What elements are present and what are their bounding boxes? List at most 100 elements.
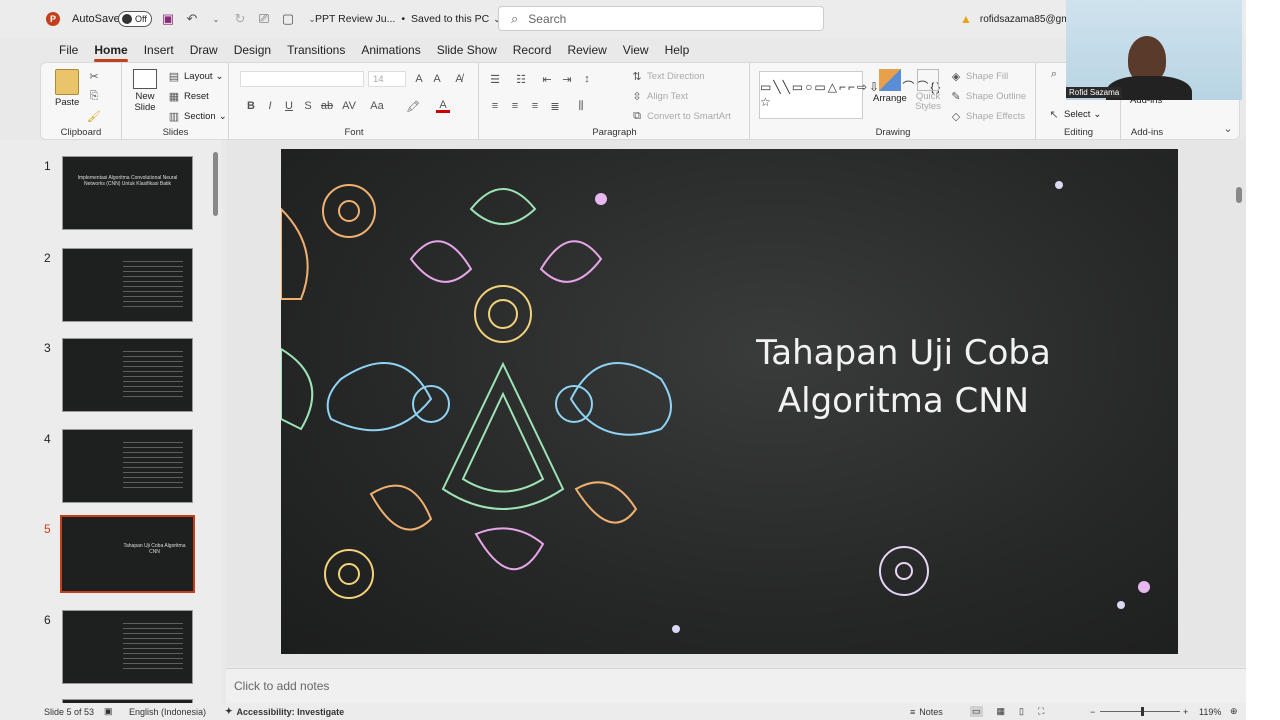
normal-view-icon[interactable]: ▭ <box>970 706 983 717</box>
shapes-gallery[interactable]: ▭╲╲▭○▭△⌐⌐⇨⇩⇧╰⌒⌒{}☆ <box>759 71 940 119</box>
decrease-font-icon[interactable]: A <box>430 72 444 86</box>
slide-title[interactable]: Tahapan Uji Coba Algoritma CNN <box>711 329 1096 425</box>
addins-label: Add-ins <box>1130 127 1164 138</box>
tab-home[interactable]: Home <box>86 38 135 62</box>
shape-fill-button[interactable]: ◈ Shape Fill <box>949 69 1008 83</box>
undo-icon[interactable]: ↶ <box>184 11 200 27</box>
columns-icon[interactable]: ⫼ <box>574 99 588 113</box>
highlight-icon[interactable]: 🖍 <box>406 99 420 113</box>
zoom-slider[interactable] <box>1100 703 1180 720</box>
tab-record[interactable]: Record <box>505 38 560 62</box>
shadow-icon[interactable]: S <box>301 99 315 113</box>
language-indicator[interactable]: English (Indonesia) <box>129 703 206 720</box>
notes-pane[interactable]: Click to add notes <box>226 668 1246 703</box>
tab-help[interactable]: Help <box>657 38 698 62</box>
account-name[interactable]: rofidsazama85@gm <box>980 14 1070 25</box>
shape-effects-button[interactable]: ◇ Shape Effects <box>949 109 1025 123</box>
section-button[interactable]: ▥ Section ⌄ <box>167 109 227 123</box>
chevron-down-icon: ⌄ <box>1093 108 1102 120</box>
select-button[interactable]: ↖ Select ⌄ <box>1047 107 1101 121</box>
tab-view[interactable]: View <box>615 38 657 62</box>
warning-icon[interactable]: ▲ <box>960 12 972 26</box>
tab-review[interactable]: Review <box>559 38 614 62</box>
text-direction-label: Text Direction <box>647 70 705 82</box>
numbering-icon[interactable]: ☷ <box>514 72 528 86</box>
text-direction-button[interactable]: ⇅ Text Direction <box>630 69 705 83</box>
tab-slide-show[interactable]: Slide Show <box>429 38 505 62</box>
slide-thumbnail-2[interactable] <box>62 248 193 322</box>
font-size-select[interactable]: 14 <box>368 71 406 87</box>
search-box[interactable]: ⌕ Search <box>498 6 824 31</box>
slide-thumbnail-3[interactable] <box>62 338 193 412</box>
cut-icon[interactable]: ✂ <box>87 69 101 83</box>
increase-indent-icon[interactable]: ⇥ <box>560 72 574 86</box>
current-slide[interactable]: Tahapan Uji Coba Algoritma CNN <box>281 149 1178 654</box>
notes-toggle-label: Notes <box>919 706 943 717</box>
thumbnail-number: 4 <box>44 432 51 446</box>
reset-button[interactable]: ▦ Reset <box>167 89 209 103</box>
slide-sorter-icon[interactable]: ▦ <box>997 706 1006 717</box>
slideshow-icon[interactable]: ⛶ <box>1038 706 1044 717</box>
redo-icon[interactable]: ↻ <box>232 11 248 27</box>
find-icon[interactable]: ⌕ <box>1047 67 1061 81</box>
italic-icon[interactable]: I <box>263 99 277 113</box>
undo-dropdown-icon[interactable]: ⌄ <box>208 11 224 27</box>
arrange-button[interactable]: Arrange <box>873 69 907 104</box>
bold-icon[interactable]: B <box>244 99 258 113</box>
zoom-level[interactable]: 119% <box>1199 703 1221 720</box>
strikethrough-icon[interactable]: ab <box>320 99 334 113</box>
editor-scrollbar[interactable] <box>1234 143 1244 663</box>
save-icon[interactable]: ▣ <box>160 11 176 27</box>
tab-design[interactable]: Design <box>226 38 279 62</box>
text-direction-icon: ⇅ <box>632 70 642 83</box>
underline-icon[interactable]: U <box>282 99 296 113</box>
notes-toggle[interactable]: ≡ Notes <box>910 703 943 720</box>
align-left-icon[interactable]: ≡ <box>488 99 502 113</box>
justify-icon[interactable]: ≣ <box>548 99 562 113</box>
clipboard-label: Clipboard <box>60 127 102 138</box>
accessibility-status[interactable]: ✦ Accessibility: Investigate <box>225 703 344 720</box>
font-family-select[interactable] <box>240 71 364 87</box>
character-spacing-icon[interactable]: AV <box>342 99 356 113</box>
align-text-button[interactable]: ⇳ Align Text <box>630 89 688 103</box>
tab-draw[interactable]: Draw <box>182 38 226 62</box>
autosave-toggle[interactable]: Off <box>118 0 152 38</box>
change-case-icon[interactable]: Aa <box>370 99 384 113</box>
slide-thumbnail-4[interactable] <box>62 429 193 503</box>
thumbnail-scrollbar[interactable] <box>213 152 218 216</box>
align-right-icon[interactable]: ≡ <box>528 99 542 113</box>
format-painter-icon[interactable]: 🖌 <box>87 109 101 123</box>
copy-icon[interactable]: ⎘ <box>87 89 101 103</box>
paste-button[interactable]: Paste <box>55 69 79 108</box>
reading-view-icon[interactable]: ▯ <box>1019 706 1024 717</box>
font-color-icon[interactable]: A <box>436 99 450 113</box>
spell-check-icon[interactable]: ▣ <box>104 703 113 720</box>
line-spacing-icon[interactable]: ↕ <box>580 72 594 86</box>
screenshot-icon[interactable]: ▢ <box>280 11 296 27</box>
quick-styles-button[interactable]: Quick Styles <box>911 69 945 112</box>
zoom-in-icon[interactable]: + <box>1183 703 1188 720</box>
align-center-icon[interactable]: ≡ <box>508 99 522 113</box>
smartart-button[interactable]: ⧉ Convert to SmartArt <box>630 109 731 123</box>
drawing-group: ▭╲╲▭○▭△⌐⌐⇨⇩⇧╰⌒⌒{}☆ Arrange Quick Styles … <box>751 63 1036 141</box>
tab-file[interactable]: File <box>51 38 86 62</box>
collapse-ribbon-icon[interactable]: ⌄ <box>1221 121 1235 135</box>
tab-insert[interactable]: Insert <box>136 38 182 62</box>
arrange-label: Arrange <box>873 93 907 104</box>
slide-thumbnail-1[interactable]: Implementasi Algoritma Convolutional Neu… <box>62 156 193 230</box>
bullets-icon[interactable]: ☰ <box>488 72 502 86</box>
present-icon[interactable]: ⎚ <box>256 11 272 27</box>
shape-outline-button[interactable]: ✎ Shape Outline <box>949 89 1026 103</box>
fit-to-window-icon[interactable]: ⊕ <box>1230 703 1238 720</box>
increase-font-icon[interactable]: A <box>412 72 426 86</box>
decrease-indent-icon[interactable]: ⇤ <box>540 72 554 86</box>
document-title[interactable]: PPT Review Ju... • Saved to this PC ⌄ <box>315 0 501 38</box>
tab-transitions[interactable]: Transitions <box>279 38 353 62</box>
tab-animations[interactable]: Animations <box>353 38 428 62</box>
slide-thumbnail-5[interactable]: Tahapan Uji Coba Algoritma CNN <box>60 515 195 593</box>
new-slide-button[interactable]: New Slide <box>129 69 161 113</box>
slide-thumbnail-6[interactable] <box>62 610 193 684</box>
zoom-out-icon[interactable]: − <box>1090 703 1095 720</box>
clear-formatting-icon[interactable]: A̸ <box>452 72 466 86</box>
layout-button[interactable]: ▤ Layout ⌄ <box>167 69 224 83</box>
